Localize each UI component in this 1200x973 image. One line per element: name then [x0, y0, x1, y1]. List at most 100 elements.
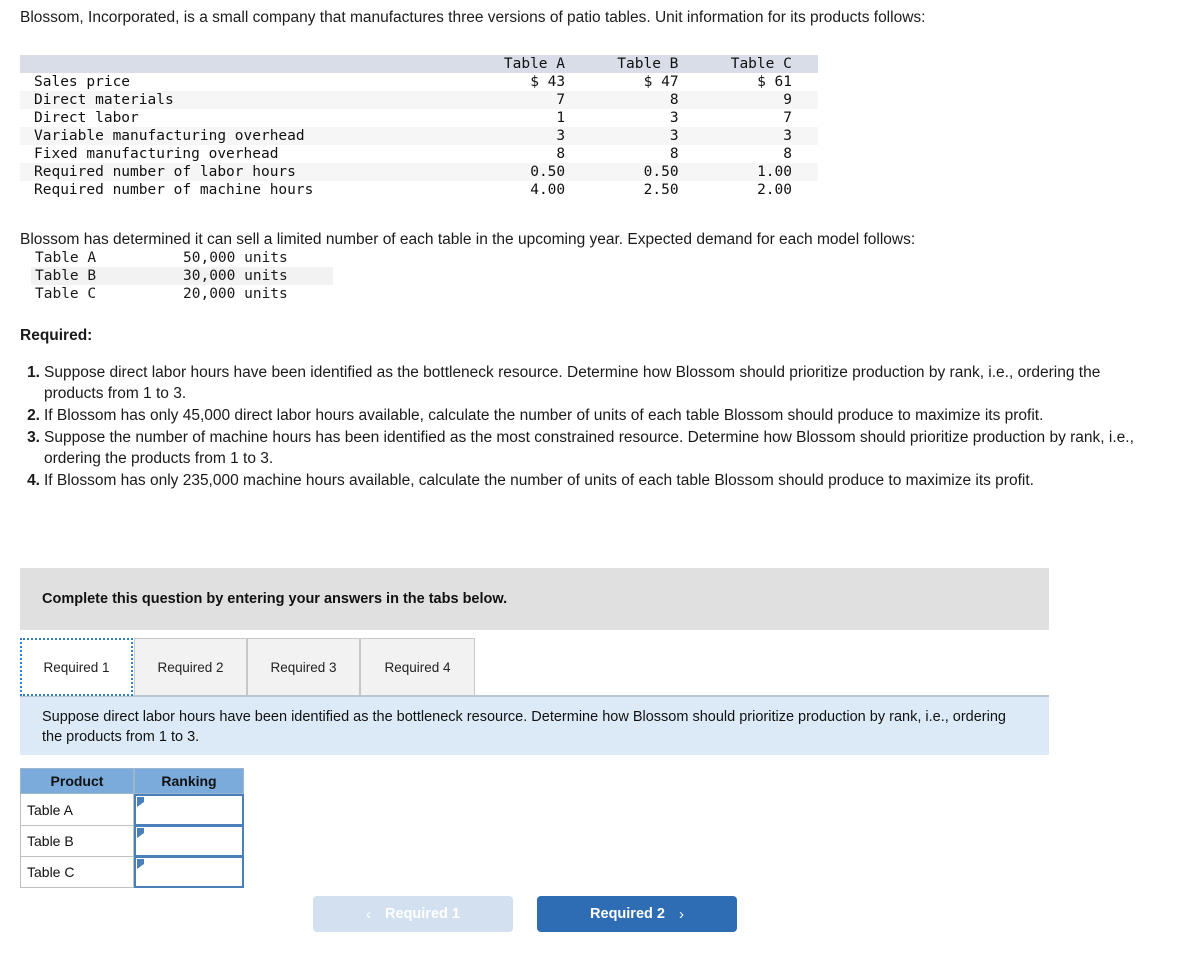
ranking-input-table-c[interactable] [136, 858, 242, 886]
tab-strip: Required 1 Required 2 Required 3 Require… [20, 638, 1049, 696]
instruction-banner-text: Complete this question by entering your … [42, 591, 508, 607]
demand-product: Table A [35, 250, 97, 266]
table-row: Direct labor 1 3 7 [20, 109, 818, 127]
row-value-b: 8 [669, 92, 679, 108]
answer-product-label: Table B [20, 826, 134, 857]
ranking-input-table-b[interactable] [136, 827, 242, 855]
ranking-cell-table-c[interactable] [134, 857, 244, 888]
row-value-c: 8 [783, 146, 792, 162]
answer-product-label: Table C [20, 857, 134, 888]
required-heading: Required: [20, 327, 93, 344]
row-value-a: 4.00 [530, 182, 566, 198]
row-value-c: 2.00 [757, 182, 792, 198]
answer-header-ranking: Ranking [134, 768, 244, 794]
answer-table-header-row: Product Ranking [20, 768, 244, 794]
chevron-right-icon: › [678, 905, 684, 923]
row-value-c: 1.00 [757, 164, 792, 180]
cell-marker-icon [137, 828, 144, 838]
list-item-text: If Blossom has only 45,000 direct labor … [44, 407, 1044, 424]
row-value-c: 7 [783, 110, 792, 126]
row-label: Sales price [34, 74, 131, 90]
question-page: Blossom, Incorporated, is a small compan… [0, 0, 1200, 973]
answer-product-label: Table A [20, 794, 134, 826]
table-row: Table A [20, 794, 244, 826]
row-value-b: 3 [669, 110, 679, 126]
table-row: Sales price $ 43 $ 47 $ 61 [20, 73, 818, 91]
requirements-list: 1. Suppose direct labor hours have been … [20, 362, 1150, 492]
answer-header-product: Product [20, 768, 134, 794]
tab-required-4[interactable]: Required 4 [360, 638, 475, 696]
row-value-c: 3 [783, 128, 792, 144]
row-label: Direct labor [34, 110, 139, 126]
unit-table-header-table-a: Table A [503, 56, 565, 72]
unit-table-header-table-b: Table B [617, 56, 679, 72]
tab-label: Required 2 [157, 659, 224, 675]
ranking-cell-table-a[interactable] [134, 794, 244, 826]
table-row: Variable manufacturing overhead 3 3 3 [20, 127, 818, 145]
list-item-number: 4. [27, 472, 40, 489]
tab-required-3[interactable]: Required 3 [247, 638, 360, 696]
table-row: Table C [20, 857, 244, 888]
row-label: Required number of labor hours [34, 164, 296, 180]
demand-product: Table C [35, 286, 97, 302]
table-row: Table C 20,000 units [31, 285, 333, 303]
list-item: 3. Suppose the number of machine hours h… [20, 427, 1150, 469]
demand-lead-paragraph: Blossom has determined it can sell a lim… [20, 231, 916, 248]
row-value-a: 0.50 [530, 164, 566, 180]
list-item-number: 1. [27, 364, 40, 381]
list-item-number: 2. [27, 407, 40, 424]
ranking-cell-table-b[interactable] [134, 826, 244, 857]
answer-table: Product Ranking Table A Table B Table C [20, 768, 244, 888]
chevron-left-icon: ‹ [366, 905, 372, 923]
demand-product: Table B [35, 268, 97, 284]
instruction-banner: Complete this question by entering your … [20, 568, 1049, 630]
expected-demand-table: Table A 50,000 units Table B 30,000 unit… [31, 249, 333, 303]
table-row: Table B 30,000 units [31, 267, 333, 285]
tab-label: Required 4 [384, 659, 451, 675]
next-required-label: Required 2 [590, 906, 665, 922]
list-item-number: 3. [27, 429, 40, 446]
ranking-input-table-a[interactable] [136, 796, 242, 824]
table-row: Direct materials 7 8 9 [20, 91, 818, 109]
row-label: Direct materials [34, 92, 174, 108]
intro-paragraph: Blossom, Incorporated, is a small compan… [20, 9, 926, 26]
unit-table-header-blank [20, 55, 478, 73]
row-value-b: 8 [669, 146, 679, 162]
unit-table-header-row: Table A Table B Table C [20, 55, 818, 73]
row-label: Required number of machine hours [34, 182, 314, 198]
demand-units: 30,000 units [183, 268, 288, 284]
tab-label: Required 1 [43, 659, 110, 675]
unit-table-header-table-c: Table C [730, 56, 792, 72]
row-value-a: 8 [556, 146, 566, 162]
list-item: 1. Suppose direct labor hours have been … [20, 362, 1150, 404]
next-required-button[interactable]: Required 2 › [537, 896, 737, 932]
question-prompt-text: Suppose direct labor hours have been ide… [42, 709, 1006, 745]
row-value-b: 3 [669, 128, 679, 144]
tab-required-2[interactable]: Required 2 [134, 638, 247, 696]
cell-marker-icon [137, 797, 144, 807]
unit-information-table: Table A Table B Table C Sales price $ 43… [20, 55, 818, 199]
row-value-a: $ 43 [530, 74, 566, 90]
list-item-text: Suppose direct labor hours have been ide… [44, 364, 1101, 402]
list-item-text: Suppose the number of machine hours has … [44, 429, 1134, 467]
list-item-text: If Blossom has only 235,000 machine hour… [44, 472, 1034, 489]
cell-marker-icon [137, 859, 144, 869]
row-value-c: $ 61 [757, 74, 792, 90]
demand-units: 20,000 units [183, 286, 288, 302]
row-value-c: 9 [783, 92, 792, 108]
list-item: 4. If Blossom has only 235,000 machine h… [20, 470, 1150, 491]
row-value-b: 2.50 [643, 182, 679, 198]
previous-required-label: Required 1 [385, 906, 460, 922]
table-row: Fixed manufacturing overhead 8 8 8 [20, 145, 818, 163]
row-value-a: 1 [556, 110, 566, 126]
row-value-a: 7 [556, 92, 566, 108]
previous-required-button[interactable]: ‹ Required 1 [313, 896, 513, 932]
tab-required-1[interactable]: Required 1 [20, 638, 133, 696]
row-label: Variable manufacturing overhead [34, 128, 305, 144]
tab-label: Required 3 [270, 659, 337, 675]
table-row: Table A 50,000 units [31, 249, 333, 267]
row-value-a: 3 [556, 128, 566, 144]
row-value-b: 0.50 [643, 164, 679, 180]
row-label: Fixed manufacturing overhead [34, 146, 279, 162]
list-item: 2. If Blossom has only 45,000 direct lab… [20, 405, 1150, 426]
